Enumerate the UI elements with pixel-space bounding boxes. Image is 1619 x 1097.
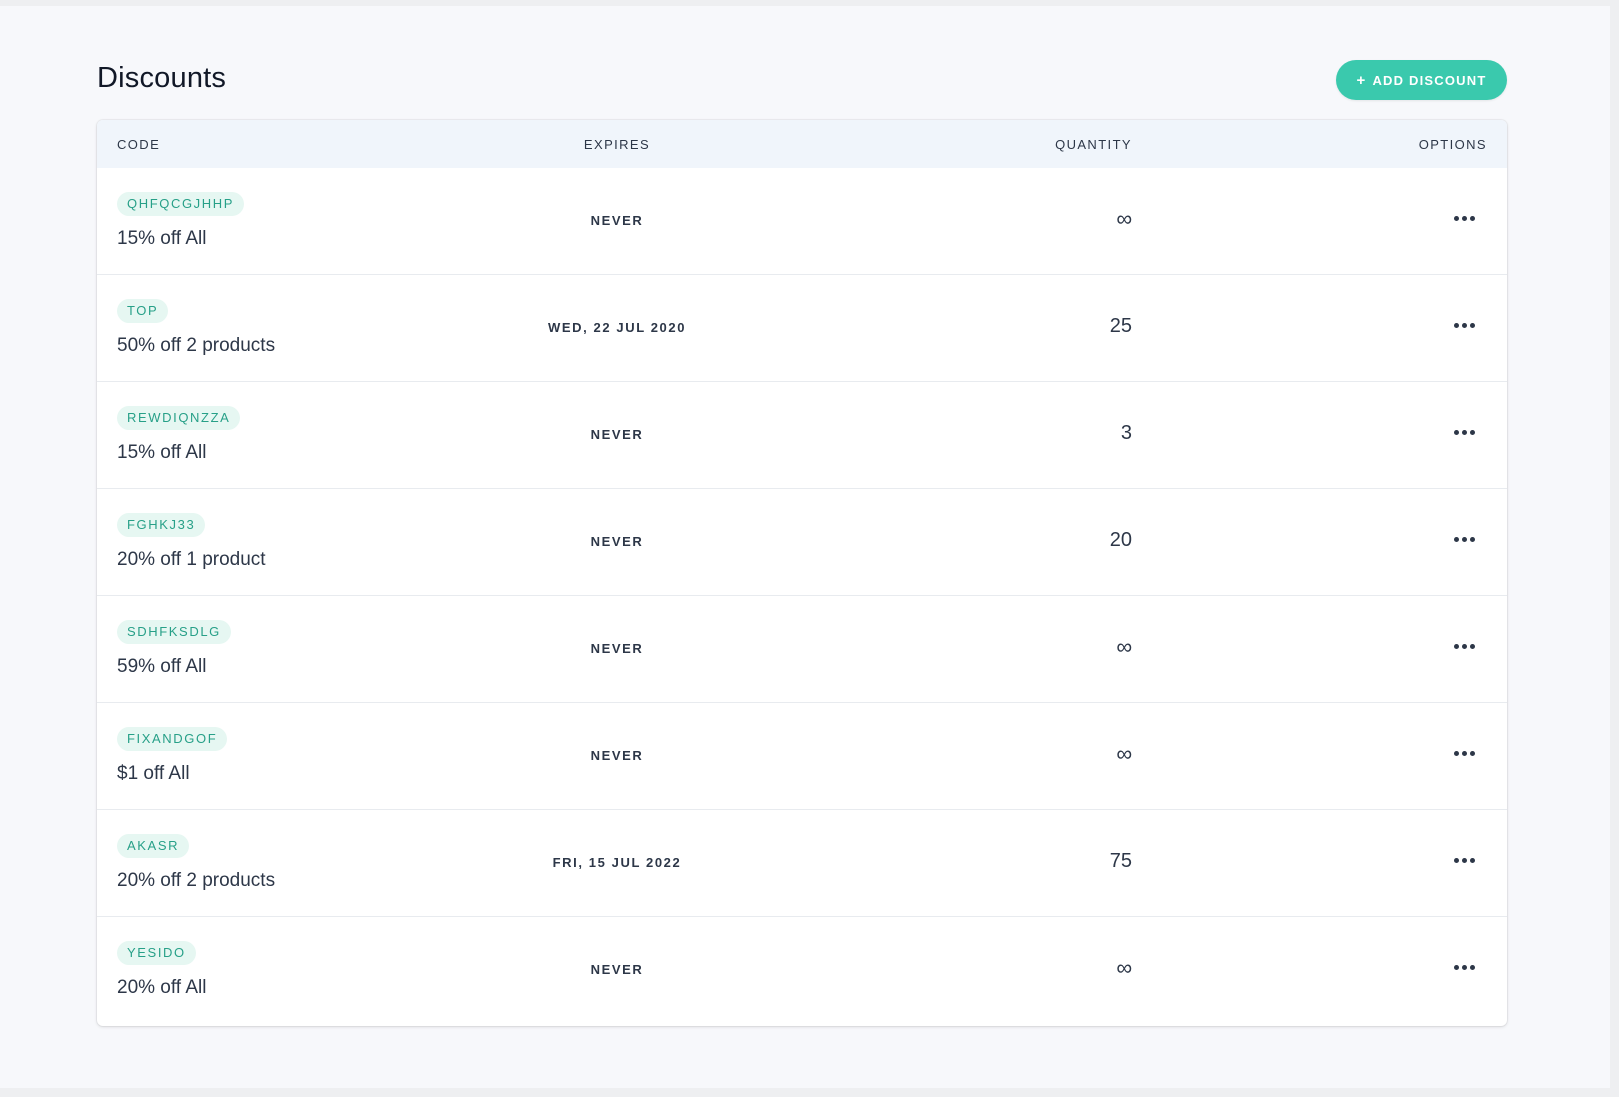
column-header-quantity[interactable]: QUANTITY bbox=[1055, 137, 1132, 152]
discount-description: 59% off All bbox=[117, 656, 207, 677]
add-discount-label: ADD DISCOUNT bbox=[1372, 72, 1487, 88]
more-options-icon[interactable] bbox=[1450, 313, 1478, 337]
column-header-options: OPTIONS bbox=[1418, 137, 1487, 152]
more-options-icon[interactable] bbox=[1450, 527, 1478, 551]
more-options-icon[interactable] bbox=[1450, 741, 1478, 765]
quantity-value: 25 bbox=[1109, 315, 1132, 337]
discounts-table: CODE EXPIRES QUANTITY OPTIONS QHFQCGJHHP… bbox=[97, 120, 1507, 1026]
expires-value: WED, 22 JUL 2020 bbox=[547, 320, 687, 335]
column-header-expires[interactable]: EXPIRES bbox=[97, 137, 1137, 152]
discount-description: 20% off 2 products bbox=[117, 870, 276, 891]
discount-description: 15% off All bbox=[117, 228, 207, 249]
discount-description: 50% off 2 products bbox=[117, 335, 276, 356]
table-row[interactable]: YESIDO 20% off All NEVER ∞ bbox=[97, 916, 1507, 1023]
table-row[interactable]: FIXANDGOF $1 off All NEVER ∞ bbox=[97, 702, 1507, 809]
table-row[interactable]: REWDIQNZZA 15% off All NEVER 3 bbox=[97, 381, 1507, 488]
more-options-icon[interactable] bbox=[1450, 420, 1478, 444]
table-row[interactable]: FGHKJ33 20% off 1 product NEVER 20 bbox=[97, 488, 1507, 595]
expires-value: NEVER bbox=[590, 427, 644, 442]
discount-description: 15% off All bbox=[117, 442, 207, 463]
quantity-value: 20 bbox=[1109, 529, 1132, 551]
expires-value: NEVER bbox=[590, 213, 644, 228]
quantity-value: 75 bbox=[1109, 850, 1132, 872]
quantity-value: 3 bbox=[1120, 422, 1132, 444]
quantity-value: ∞ bbox=[1116, 741, 1132, 766]
discount-description: $1 off All bbox=[117, 763, 190, 784]
quantity-value: ∞ bbox=[1116, 955, 1132, 980]
discount-description: 20% off 1 product bbox=[117, 549, 266, 570]
more-options-icon[interactable] bbox=[1450, 848, 1478, 872]
table-row[interactable]: SDHFKSDLG 59% off All NEVER ∞ bbox=[97, 595, 1507, 702]
table-row[interactable]: TOP 50% off 2 products WED, 22 JUL 2020 25 bbox=[97, 274, 1507, 381]
expires-value: NEVER bbox=[590, 748, 644, 763]
more-options-icon[interactable] bbox=[1450, 634, 1478, 658]
table-header: CODE EXPIRES QUANTITY OPTIONS bbox=[97, 120, 1507, 168]
quantity-value: ∞ bbox=[1116, 634, 1132, 659]
table-row[interactable]: AKASR 20% off 2 products FRI, 15 JUL 2022 7… bbox=[97, 809, 1507, 916]
more-options-icon[interactable] bbox=[1450, 955, 1478, 979]
discount-description: 20% off All bbox=[117, 977, 207, 998]
page-title: Discounts bbox=[97, 62, 227, 94]
table-body: QHFQCGJHHP 15% off All NEVER ∞ TOP 50% off 2 … bbox=[97, 168, 1507, 1023]
expires-value: NEVER bbox=[590, 534, 644, 549]
expires-value: NEVER bbox=[590, 962, 644, 977]
quantity-value: ∞ bbox=[1116, 206, 1132, 231]
expires-value: FRI, 15 JUL 2022 bbox=[552, 855, 682, 870]
add-discount-button[interactable]: + ADD DISCOUNT bbox=[1336, 60, 1507, 100]
more-options-icon[interactable] bbox=[1450, 206, 1478, 230]
discounts-page: Discounts + ADD DISCOUNT CODE EXPIRES QU… bbox=[0, 6, 1610, 1088]
table-row[interactable]: QHFQCGJHHP 15% off All NEVER ∞ bbox=[97, 168, 1507, 274]
plus-icon: + bbox=[1356, 71, 1367, 89]
expires-value: NEVER bbox=[590, 641, 644, 656]
